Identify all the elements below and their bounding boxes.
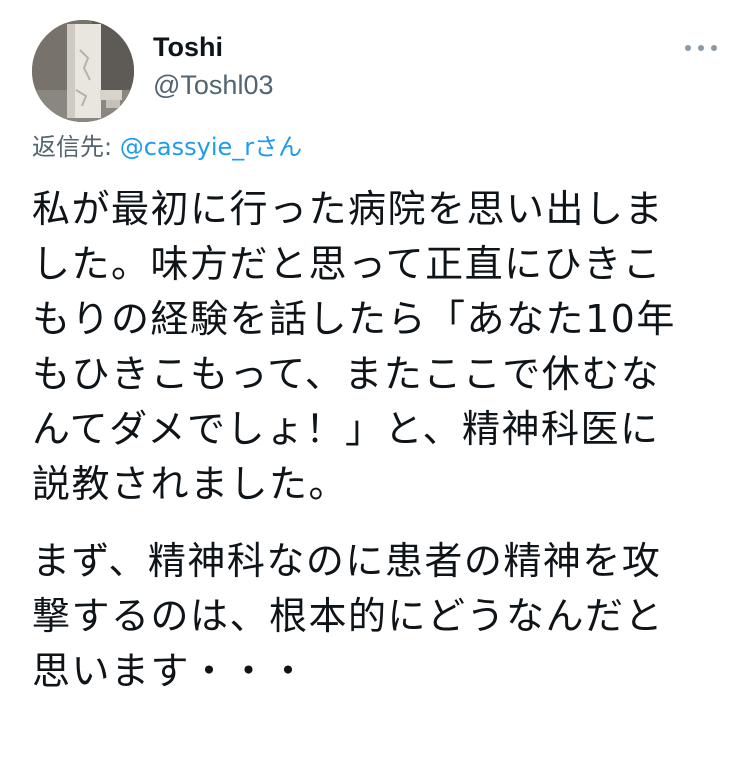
- tweet-text-line: もりの経験を話したら「あなた10年: [32, 297, 676, 341]
- reply-context: 返信先: @cassyie_rさん: [32, 130, 302, 164]
- avatar-image: [32, 20, 134, 122]
- more-horizontal-icon[interactable]: [685, 40, 717, 56]
- tweet-text-line: んてダメでしょ！」と、精神科医に: [32, 407, 660, 451]
- more-dot: [711, 45, 717, 51]
- reply-suffix: さん: [254, 133, 303, 161]
- reply-prefix: 返信先:: [32, 133, 120, 161]
- tweet: Toshi @Toshl03 返信先: @cassyie_rさん 私が最初に行っ…: [0, 0, 750, 781]
- more-dot: [698, 45, 704, 51]
- user-handle[interactable]: @Toshl03: [153, 69, 273, 101]
- tweet-text-line: 説教されました。: [32, 462, 349, 506]
- display-name[interactable]: Toshi: [153, 31, 223, 63]
- tweet-text-line: まず、精神科なのに患者の精神を攻: [32, 539, 662, 583]
- tweet-body: 私が最初に行った病院を思い出しま した。味方だと思って正直にひきこ もりの経験を…: [32, 182, 732, 699]
- avatar[interactable]: [32, 20, 134, 122]
- tweet-text-line: もひきこもって、またここで休むな: [32, 352, 661, 396]
- tweet-text-line: 撃するのは、根本的にどうなんだと: [32, 594, 665, 638]
- more-dot: [685, 45, 691, 51]
- tweet-text-line: 私が最初に行った病院を思い出しま: [32, 187, 665, 231]
- reply-mention-link[interactable]: @cassyie_r: [120, 133, 254, 161]
- tweet-text-line: した。味方だと思って正直にひきこ: [32, 242, 663, 286]
- tweet-text-line: 思います・・・: [32, 649, 309, 693]
